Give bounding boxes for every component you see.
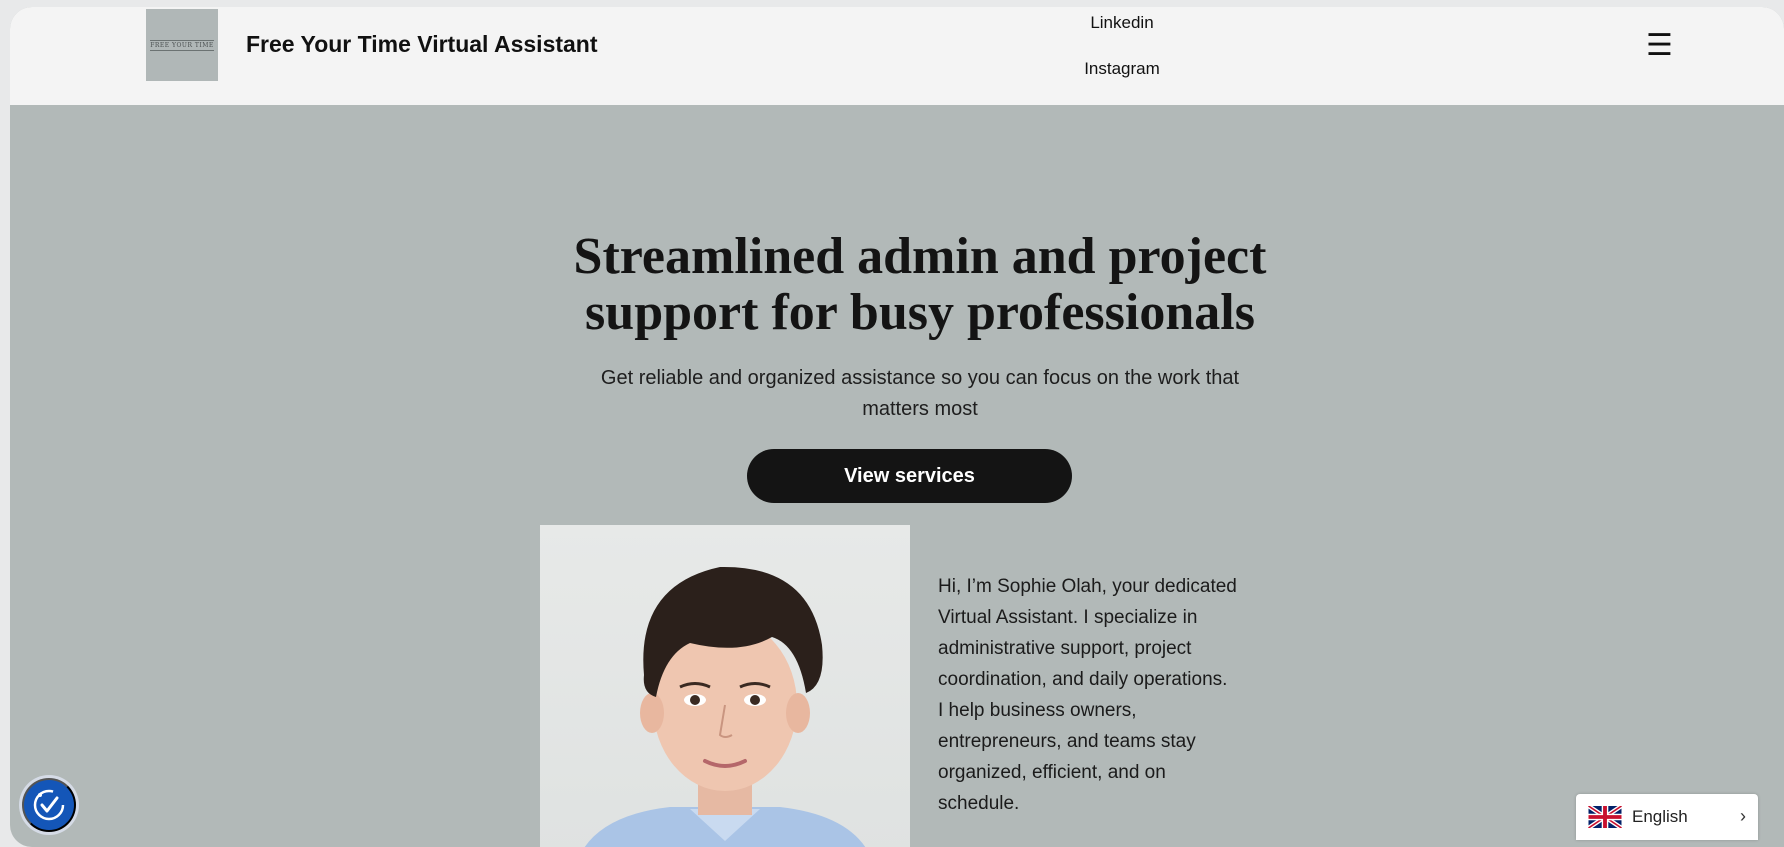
hamburger-icon[interactable]: ☰ <box>1646 31 1673 61</box>
bio-paragraph: I help business owners, entrepreneurs, a… <box>938 700 1196 814</box>
nav-link-linkedin[interactable]: Linkedin <box>1042 13 1202 33</box>
hero-title: Streamlined admin and project support fo… <box>573 228 1267 341</box>
uk-flag-icon <box>1588 806 1622 828</box>
accessibility-button[interactable] <box>22 778 76 832</box>
site-header: FREE YOUR TIME Free Your Time Virtual As… <box>10 7 1784 105</box>
site-logo[interactable]: FREE YOUR TIME <box>146 9 218 81</box>
portrait-photo <box>540 525 910 847</box>
view-services-button[interactable]: View services <box>747 449 1072 503</box>
accessibility-icon <box>33 789 65 821</box>
chevron-right-icon: › <box>1740 806 1746 826</box>
language-selector[interactable]: English › <box>1576 794 1758 840</box>
page-frame: FREE YOUR TIME Free Your Time Virtual As… <box>10 7 1784 847</box>
logo-text: FREE YOUR TIME <box>150 39 214 51</box>
hero-subtitle: Get reliable and organized assistance so… <box>600 367 1240 420</box>
language-label: English <box>1632 807 1688 826</box>
portrait-illustration <box>584 566 866 847</box>
bio-paragraph: Hi, I’m Sophie Olah, your dedicated Virt… <box>938 576 1237 690</box>
about-bio: Hi, I’m Sophie Olah, your dedicated Virt… <box>938 571 1238 819</box>
site-title[interactable]: Free Your Time Virtual Assistant <box>246 31 598 58</box>
nav-link-instagram[interactable]: Instagram <box>1042 59 1202 79</box>
